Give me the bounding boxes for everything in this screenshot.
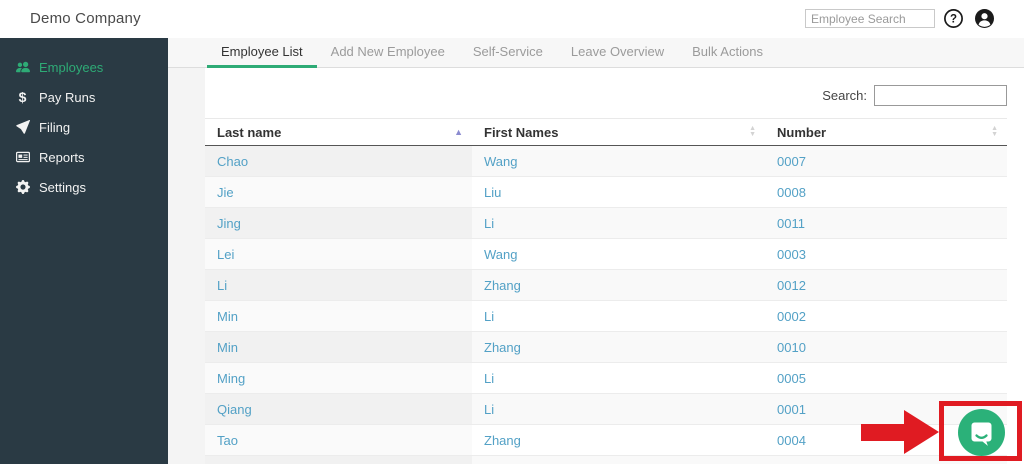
- table-search-label: Search:: [822, 88, 867, 103]
- sidebar-item-label: Filing: [39, 119, 71, 135]
- employee-search-input[interactable]: [805, 9, 935, 28]
- table-cell[interactable]: Li: [472, 207, 765, 239]
- table-row: Qiang Li 0001: [205, 393, 1007, 425]
- users-icon: [14, 60, 31, 75]
- table-cell[interactable]: 0010: [765, 331, 1007, 363]
- table-cell[interactable]: 0002: [765, 300, 1007, 332]
- table-row-partial: [205, 455, 1007, 464]
- tab-self-service[interactable]: Self-Service: [459, 38, 557, 68]
- column-header-number[interactable]: Number ▲ ▼: [765, 118, 1007, 146]
- table-cell[interactable]: Zhang: [472, 424, 765, 456]
- table-search: Search:: [822, 85, 1007, 106]
- sidebar-item-pay-runs[interactable]: $ Pay Runs: [0, 82, 168, 112]
- table-cell[interactable]: Wang: [472, 238, 765, 270]
- newspaper-icon: [14, 150, 31, 165]
- sidebar-item-label: Reports: [39, 149, 85, 165]
- table-cell[interactable]: Jing: [205, 207, 472, 239]
- sort-both-icon: ▲ ▼: [991, 125, 998, 138]
- sidebar-item-reports[interactable]: Reports: [0, 142, 168, 172]
- sidebar-item-label: Settings: [39, 179, 86, 195]
- content-gutter: [168, 68, 205, 464]
- table-cell[interactable]: 0007: [765, 146, 1007, 177]
- table-cell[interactable]: 0008: [765, 176, 1007, 208]
- table-cell[interactable]: Wang: [472, 146, 765, 177]
- tab-employee-list[interactable]: Employee List: [207, 38, 317, 68]
- table-cell[interactable]: 0011: [765, 207, 1007, 239]
- table-cell[interactable]: Li: [205, 269, 472, 301]
- table-cell[interactable]: 0003: [765, 238, 1007, 270]
- table-cell[interactable]: Qiang: [205, 393, 472, 425]
- sidebar-item-label: Employees: [39, 59, 104, 75]
- sidebar: Employees $ Pay Runs Filing Reports Settings: [0, 38, 168, 464]
- sidebar-item-label: Pay Runs: [39, 89, 96, 105]
- sidebar-item-employees[interactable]: Employees: [0, 52, 168, 82]
- table-cell[interactable]: Jie: [205, 176, 472, 208]
- table-search-input[interactable]: [874, 85, 1007, 106]
- chat-launcher-button[interactable]: [958, 409, 1005, 456]
- table-row: Chao Wang 0007: [205, 145, 1007, 177]
- table-row: Li Zhang 0012: [205, 269, 1007, 301]
- table-row: Ming Li 0005: [205, 362, 1007, 394]
- employee-table: Last name ▲ First Names ▲ ▼ Number ▲ ▼ Chao Wang…: [205, 118, 1007, 464]
- table-cell[interactable]: 0012: [765, 269, 1007, 301]
- svg-text:?: ?: [950, 14, 957, 26]
- table-cell[interactable]: Ming: [205, 362, 472, 394]
- table-row: Min Zhang 0010: [205, 331, 1007, 363]
- table-cell[interactable]: Min: [205, 300, 472, 332]
- sidebar-item-settings[interactable]: Settings: [0, 172, 168, 202]
- table-cell[interactable]: Li: [472, 393, 765, 425]
- help-circle-icon[interactable]: ?: [943, 8, 964, 29]
- table-cell[interactable]: Tao: [205, 424, 472, 456]
- chat-bubble-icon: [958, 409, 1005, 456]
- column-label: Last name: [217, 124, 282, 140]
- dollar-icon: $: [18, 89, 27, 105]
- sort-asc-icon: ▲: [454, 127, 463, 137]
- company-title: Demo Company: [30, 10, 141, 27]
- table-cell[interactable]: Li: [472, 362, 765, 394]
- employee-list-panel: Search: Last name ▲ First Names ▲ ▼ Number ▲ ▼ …: [205, 68, 1007, 464]
- table-cell[interactable]: Li: [472, 300, 765, 332]
- table-row: Jie Liu 0008: [205, 176, 1007, 208]
- table-cell[interactable]: 0005: [765, 362, 1007, 394]
- paper-plane-icon: [14, 120, 31, 135]
- tab-leave-overview[interactable]: Leave Overview: [557, 38, 678, 68]
- table-row: Min Li 0002: [205, 300, 1007, 332]
- table-cell[interactable]: Zhang: [472, 331, 765, 363]
- gear-icon: [14, 180, 31, 195]
- table-cell[interactable]: Min: [205, 331, 472, 363]
- user-circle-icon[interactable]: [974, 8, 995, 29]
- table-cell[interactable]: Zhang: [472, 269, 765, 301]
- table-row: Jing Li 0011: [205, 207, 1007, 239]
- sidebar-item-filing[interactable]: Filing: [0, 112, 168, 142]
- table-cell[interactable]: Lei: [205, 238, 472, 270]
- top-bar: Demo Company ?: [0, 0, 1024, 38]
- tab-bar: Employee List Add New Employee Self-Servic…: [168, 38, 1024, 68]
- table-cell[interactable]: Liu: [472, 176, 765, 208]
- column-header-last-name[interactable]: Last name ▲: [205, 118, 472, 146]
- table-cell[interactable]: Chao: [205, 145, 472, 177]
- table-row: Tao Zhang 0004: [205, 424, 1007, 456]
- tab-bulk-actions[interactable]: Bulk Actions: [678, 38, 777, 68]
- column-header-first-names[interactable]: First Names ▲ ▼: [472, 118, 765, 146]
- column-label: Number: [777, 124, 827, 140]
- tab-add-new-employee[interactable]: Add New Employee: [317, 38, 459, 68]
- table-row: Lei Wang 0003: [205, 238, 1007, 270]
- column-label: First Names: [484, 124, 559, 140]
- sort-both-icon: ▲ ▼: [749, 125, 756, 138]
